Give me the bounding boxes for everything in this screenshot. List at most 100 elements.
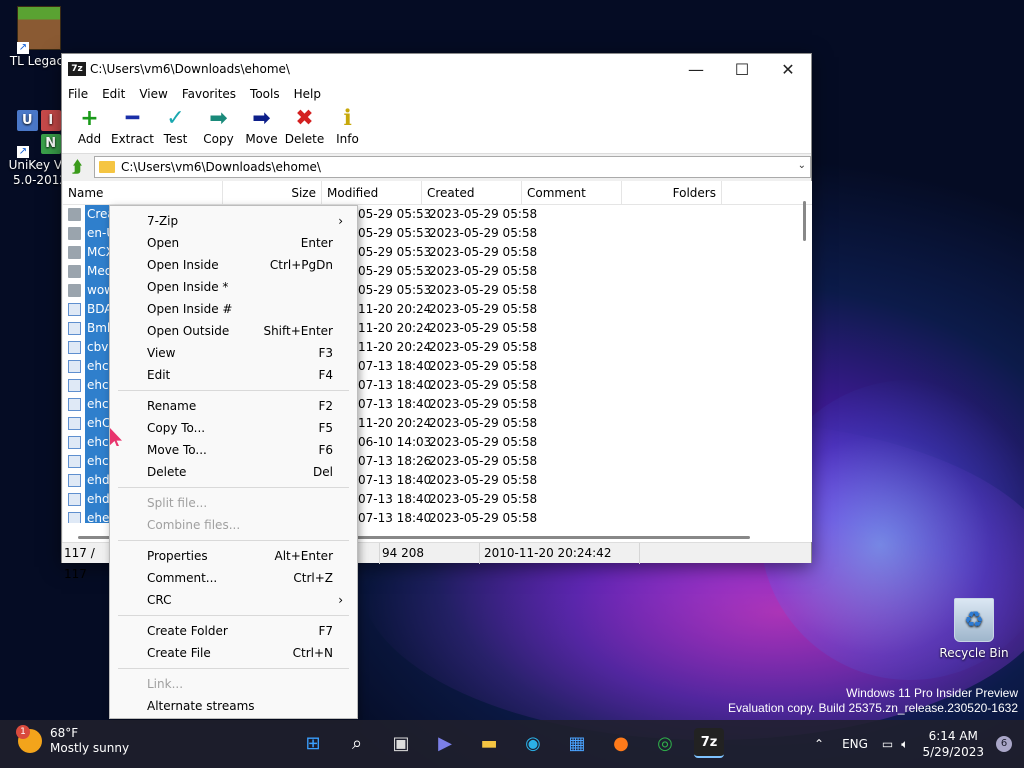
- file-icon: [68, 493, 81, 506]
- toolbar-add-button[interactable]: + Add: [68, 104, 111, 146]
- chrome-icon[interactable]: ◎: [650, 728, 680, 758]
- cell-modified: 05-29 05:53: [358, 226, 432, 240]
- col-size[interactable]: Size: [223, 181, 322, 205]
- menu-view[interactable]: View: [139, 87, 167, 101]
- maximize-button[interactable]: ☐: [719, 54, 765, 84]
- shortcut-arrow-icon: ↗: [17, 146, 29, 158]
- search-taskbar-icon[interactable]: ⌕: [342, 728, 372, 758]
- toolbar-label: Delete: [284, 132, 325, 146]
- context-menu: 7-Zip › Open Enter Open Inside Ctrl+PgDn Open …: [109, 205, 358, 719]
- col-modified[interactable]: Modified: [322, 181, 422, 205]
- context-menu-item-open-inside[interactable]: Open Inside Ctrl+PgDn: [110, 254, 357, 276]
- desktop-icon-label: Recycle Bin: [939, 646, 1009, 660]
- file-icon: [68, 512, 81, 523]
- chevron-up-icon[interactable]: ⌃: [814, 737, 824, 751]
- menu-tools[interactable]: Tools: [250, 87, 280, 101]
- close-button[interactable]: ✕: [765, 54, 811, 84]
- minimize-button[interactable]: —: [673, 54, 719, 84]
- sevenzip-taskbar-icon[interactable]: 7z: [694, 728, 724, 758]
- context-menu-item-7-zip[interactable]: 7-Zip ›: [110, 210, 357, 232]
- cell-modified: 07-13 18:40: [358, 397, 432, 411]
- menu-item-label: Split file...: [147, 496, 208, 510]
- context-menu-item-open-inside[interactable]: Open Inside *: [110, 276, 357, 298]
- toolbar-copy-button[interactable]: ➡ Copy: [197, 104, 240, 146]
- weather-desc: Mostly sunny: [50, 741, 130, 755]
- context-menu-item-edit[interactable]: Edit F4: [110, 364, 357, 386]
- toolbar-test-button[interactable]: ✓ Test: [154, 104, 197, 146]
- context-menu-item-combine-files: Combine files...: [110, 514, 357, 536]
- chevron-down-icon[interactable]: ⌄: [798, 160, 806, 171]
- context-menu-item-delete[interactable]: Delete Del: [110, 461, 357, 483]
- col-name[interactable]: Name: [63, 181, 223, 205]
- watermark-line2: Evaluation copy. Build 25375.zn_release.…: [728, 701, 1018, 715]
- up-folder-button[interactable]: ⮭: [66, 156, 88, 178]
- cell-modified: 11-20 20:24: [358, 321, 432, 335]
- title-bar[interactable]: 7z C:\Users\vm6\Downloads\ehome\ — ☐ ✕: [62, 54, 811, 84]
- network-icon[interactable]: ▭: [882, 737, 893, 751]
- context-menu-item-create-folder[interactable]: Create Folder F7: [110, 620, 357, 642]
- start-button[interactable]: ⊞: [298, 728, 328, 758]
- context-menu-item-create-file[interactable]: Create File Ctrl+N: [110, 642, 357, 664]
- language-indicator[interactable]: ENG: [842, 737, 868, 751]
- context-menu-item-comment[interactable]: Comment... Ctrl+Z: [110, 567, 357, 589]
- file-icon: [68, 474, 81, 487]
- context-menu-item-properties[interactable]: Properties Alt+Enter: [110, 545, 357, 567]
- shortcut-arrow-icon: ↗: [17, 42, 29, 54]
- context-menu-item-crc[interactable]: CRC ›: [110, 589, 357, 611]
- toolbar-move-button[interactable]: ➡ Move: [240, 104, 283, 146]
- volume-icon[interactable]: 🔈︎: [901, 737, 908, 752]
- menu-bar: File Edit View Favorites Tools Help: [62, 84, 811, 104]
- status-count: 117 / 117: [62, 542, 110, 581]
- menu-item-label: Combine files...: [147, 518, 241, 532]
- menu-separator: [118, 390, 349, 391]
- edge-icon[interactable]: ◉: [518, 728, 548, 758]
- minus-icon: ━: [125, 106, 140, 131]
- cell-created: 2023-05-29 05:58: [429, 378, 538, 392]
- context-menu-item-alternate-streams[interactable]: Alternate streams: [110, 695, 357, 717]
- firefox-icon[interactable]: ●: [606, 728, 636, 758]
- store-icon[interactable]: ▦: [562, 728, 592, 758]
- menu-edit[interactable]: Edit: [102, 87, 125, 101]
- menu-favorites[interactable]: Favorites: [182, 87, 236, 101]
- col-comment[interactable]: Comment: [522, 181, 622, 205]
- toolbar: + Add ━ Extract ✓ Test ➡ Copy ➡ Move ✖ Delete ℹ Info: [62, 104, 811, 154]
- context-menu-item-open-outside[interactable]: Open Outside Shift+Enter: [110, 320, 357, 342]
- sun-icon: 1: [16, 725, 42, 753]
- menu-file[interactable]: File: [68, 87, 88, 101]
- menu-item-label: Edit: [147, 368, 171, 382]
- context-menu-item-rename[interactable]: Rename F2: [110, 395, 357, 417]
- file-icon: [68, 417, 81, 430]
- col-created[interactable]: Created: [422, 181, 522, 205]
- cell-created: 2023-05-29 05:58: [429, 207, 538, 221]
- menu-item-label: Link...: [147, 677, 184, 691]
- context-menu-item-view[interactable]: View F3: [110, 342, 357, 364]
- toolbar-info-button[interactable]: ℹ Info: [326, 104, 369, 146]
- menu-item-label: Rename: [147, 399, 197, 413]
- toolbar-extract-button[interactable]: ━ Extract: [111, 104, 154, 146]
- cell-modified: 05-29 05:53: [358, 245, 432, 259]
- address-input[interactable]: C:\Users\vm6\Downloads\ehome\ ⌄: [93, 156, 811, 178]
- menu-item-shortcut: F3: [318, 346, 333, 360]
- menu-item-label: Open Outside: [147, 324, 230, 338]
- context-menu-item-open[interactable]: Open Enter: [110, 232, 357, 254]
- info-icon: ℹ: [343, 106, 352, 131]
- vertical-scrollbar[interactable]: [803, 201, 806, 241]
- folder-icon: [68, 265, 81, 278]
- menu-item-label: Properties: [147, 549, 208, 563]
- weather-widget[interactable]: 1 68°F Mostly sunny: [16, 725, 130, 756]
- menu-help[interactable]: Help: [294, 87, 321, 101]
- teams-chat-icon[interactable]: ▶: [430, 728, 460, 758]
- clock[interactable]: 6:14 AM 5/29/2023: [922, 728, 984, 760]
- task-view-icon[interactable]: ▣: [386, 728, 416, 758]
- folder-icon: [68, 208, 81, 221]
- toolbar-delete-button[interactable]: ✖ Delete: [283, 104, 326, 146]
- file-explorer-icon[interactable]: ▬: [474, 728, 504, 758]
- context-menu-item-move-to[interactable]: Move To... F6: [110, 439, 357, 461]
- cell-modified: 07-13 18:40: [358, 511, 432, 523]
- col-folders[interactable]: Folders: [622, 181, 722, 205]
- context-menu-item-open-inside[interactable]: Open Inside #: [110, 298, 357, 320]
- context-menu-item-copy-to[interactable]: Copy To... F5: [110, 417, 357, 439]
- toolbar-label: Test: [163, 132, 188, 146]
- desktop-icon-recycle-bin[interactable]: ♻ Recycle Bin: [934, 598, 1014, 661]
- notification-badge[interactable]: 6: [996, 736, 1012, 752]
